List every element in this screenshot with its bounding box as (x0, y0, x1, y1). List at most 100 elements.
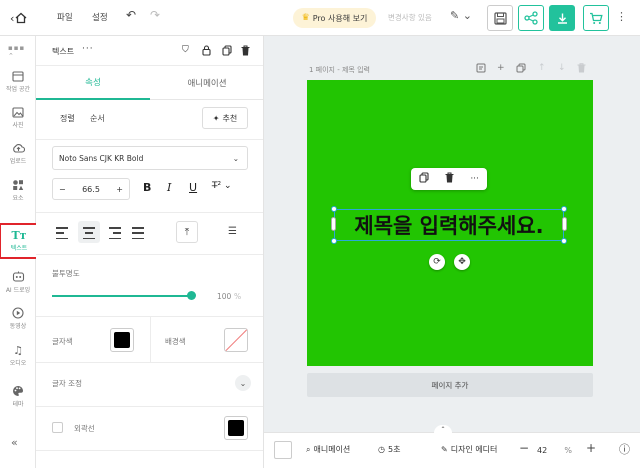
font-size-stepper[interactable]: − 66.5 + (52, 178, 130, 200)
background-color-swatch[interactable] (224, 328, 248, 352)
duration-label: 5초 (387, 445, 401, 454)
align-right-icon[interactable] (107, 227, 121, 239)
memo-icon[interactable] (476, 63, 486, 76)
zoom-in-icon[interactable]: + (586, 441, 596, 455)
sidebar-item-text[interactable]: Tт 텍스트 (0, 223, 39, 259)
plus-icon[interactable]: + (116, 185, 123, 194)
more-horizontal-icon[interactable]: ··· (470, 174, 479, 184)
help-icon[interactable]: ⓘ (619, 441, 630, 457)
sidebar-item-workspace[interactable]: 작업 공간 (0, 64, 36, 100)
share-button[interactable] (518, 5, 544, 31)
image-icon (12, 107, 24, 118)
left-sidebar: ▪▪▪ ⌃ 작업 공간 사진 업로드 요소 Tт 텍스트 AI 드로잉 동영상 … (0, 36, 39, 468)
sidebar-item-label: 요소 (12, 194, 24, 202)
duplicate-icon[interactable] (419, 172, 429, 186)
sidebar-item-audio[interactable]: ♫ 오디오 (0, 338, 36, 374)
pro-trial-button[interactable]: ♛ Pro 사용해 보기 (293, 8, 376, 28)
download-button[interactable] (549, 5, 575, 31)
strikethrough-icon[interactable]: T̶² ⌄ (212, 181, 232, 191)
cart-button[interactable] (583, 5, 609, 31)
sidebar-item-ai-drawing[interactable]: AI 드로잉 (0, 264, 36, 300)
undo-icon[interactable]: ↶ (126, 8, 136, 22)
align-center-icon[interactable] (82, 227, 96, 239)
resize-handle-bottom-right[interactable] (561, 238, 567, 244)
move-icon[interactable]: ✥ (454, 254, 470, 270)
settings-menu[interactable]: 설정 (92, 11, 108, 23)
tab-animation[interactable]: 애니메이션 (150, 66, 263, 100)
video-icon (12, 306, 24, 319)
align-justify-icon[interactable] (132, 227, 146, 239)
outline-checkbox[interactable] (52, 422, 63, 433)
align-button[interactable]: 정렬 (60, 113, 75, 124)
duplicate-page-icon[interactable] (516, 63, 526, 76)
italic-icon[interactable]: I (167, 181, 171, 194)
redo-icon[interactable]: ↷ (150, 8, 160, 22)
duplicate-icon[interactable] (222, 45, 232, 59)
arrow-down-icon[interactable]: ↓ (558, 63, 566, 73)
sidebar-item-theme[interactable]: 테마 (0, 378, 36, 414)
title-text[interactable]: 제목을 입력해주세요. (354, 210, 543, 240)
align-left-icon[interactable] (56, 227, 70, 239)
lock-icon[interactable] (202, 45, 211, 59)
underline-icon[interactable]: U (189, 181, 197, 194)
zoom-unit: % (564, 446, 572, 455)
arrow-up-icon[interactable]: ↑ (538, 63, 546, 73)
divider (36, 406, 263, 407)
collapse-sidebar-icon[interactable]: « (11, 436, 18, 449)
sidebar-item-elements[interactable]: 요소 (0, 172, 36, 208)
sidebar-item-photos[interactable]: 사진 (0, 100, 36, 136)
trash-icon[interactable] (577, 63, 586, 76)
paint-format-icon[interactable]: ⛉ (182, 45, 189, 55)
text-color-swatch[interactable] (110, 328, 134, 352)
vertical-align-top-icon[interactable]: ⤒ (176, 221, 198, 243)
resize-handle-right[interactable] (562, 217, 567, 231)
animation-button[interactable]: ⌕ 애니메이션 (306, 444, 350, 455)
file-menu[interactable]: 파일 (57, 11, 73, 23)
tab-properties[interactable]: 속성 (36, 66, 150, 100)
ai-drawing-icon (12, 271, 24, 282)
opacity-value[interactable]: 100 (217, 292, 231, 301)
opacity-slider-track[interactable] (52, 295, 192, 297)
sidebar-item-upload[interactable]: 업로드 (0, 136, 36, 172)
resize-handle-left[interactable] (331, 217, 336, 231)
duration-button[interactable]: ◷ 5초 (378, 444, 400, 455)
trash-icon[interactable] (241, 45, 250, 59)
recommend-button[interactable]: ✦ 추천 (202, 107, 248, 129)
trash-icon[interactable] (445, 172, 454, 186)
home-button[interactable]: ‹ (10, 8, 38, 28)
add-page-button[interactable]: 페이지 추가 (307, 373, 593, 397)
bottom-toolbar: ⌃ ⌕ 애니메이션 ◷ 5초 ✎ 디자인 에디터 − 42 % + ⓘ (264, 425, 640, 468)
clock-icon: ◷ (378, 445, 385, 454)
sidebar-item-video[interactable]: 동영상 (0, 300, 36, 336)
more-vertical-icon[interactable]: ⋮ (616, 10, 627, 23)
chevron-down-icon: ⌄ (232, 153, 239, 163)
list-icon[interactable]: ☰ (228, 226, 237, 237)
outline-color-swatch[interactable] (224, 416, 248, 440)
page-title[interactable]: 1 페이지 - 제목 입력 (309, 65, 370, 75)
sidebar-item-label: 텍스트 (10, 245, 28, 252)
order-button[interactable]: 순서 (90, 113, 105, 124)
font-size-value[interactable]: 66.5 (82, 185, 100, 194)
add-page-icon[interactable]: + (497, 63, 505, 73)
background-swatch[interactable] (274, 441, 292, 459)
zoom-level[interactable]: 42 % (533, 441, 576, 460)
design-editor-button[interactable]: ✎ 디자인 에디터 (441, 444, 497, 455)
more-horizontal-icon[interactable]: ··· (82, 44, 94, 54)
chevron-down-icon[interactable]: ⌄ (235, 375, 251, 391)
canvas-workspace: 1 페이지 - 제목 입력 + ↑ ↓ ··· 제목을 입력해주세요. ⟳ ✥ … (264, 36, 640, 468)
font-family-select[interactable]: Noto Sans CJK KR Bold ⌄ (52, 146, 248, 170)
bold-icon[interactable]: B (143, 181, 151, 194)
resize-handle-top-left[interactable] (331, 206, 337, 212)
zoom-value[interactable]: 42 (537, 446, 547, 455)
zoom-out-icon[interactable]: − (519, 441, 529, 455)
rotate-icon[interactable]: ⟳ (429, 254, 445, 270)
pen-dropdown-icon[interactable]: ✎ ⌄ (450, 9, 472, 22)
selected-text-element[interactable]: 제목을 입력해주세요. (331, 206, 567, 244)
opacity-slider-handle[interactable] (187, 291, 196, 300)
resize-handle-bottom-left[interactable] (331, 238, 337, 244)
chevron-up-icon[interactable]: ⌃ (434, 425, 452, 434)
resize-handle-top-right[interactable] (561, 206, 567, 212)
design-page[interactable]: ··· 제목을 입력해주세요. ⟳ ✥ (307, 80, 593, 366)
minus-icon[interactable]: − (59, 185, 66, 194)
save-button[interactable] (487, 5, 513, 31)
